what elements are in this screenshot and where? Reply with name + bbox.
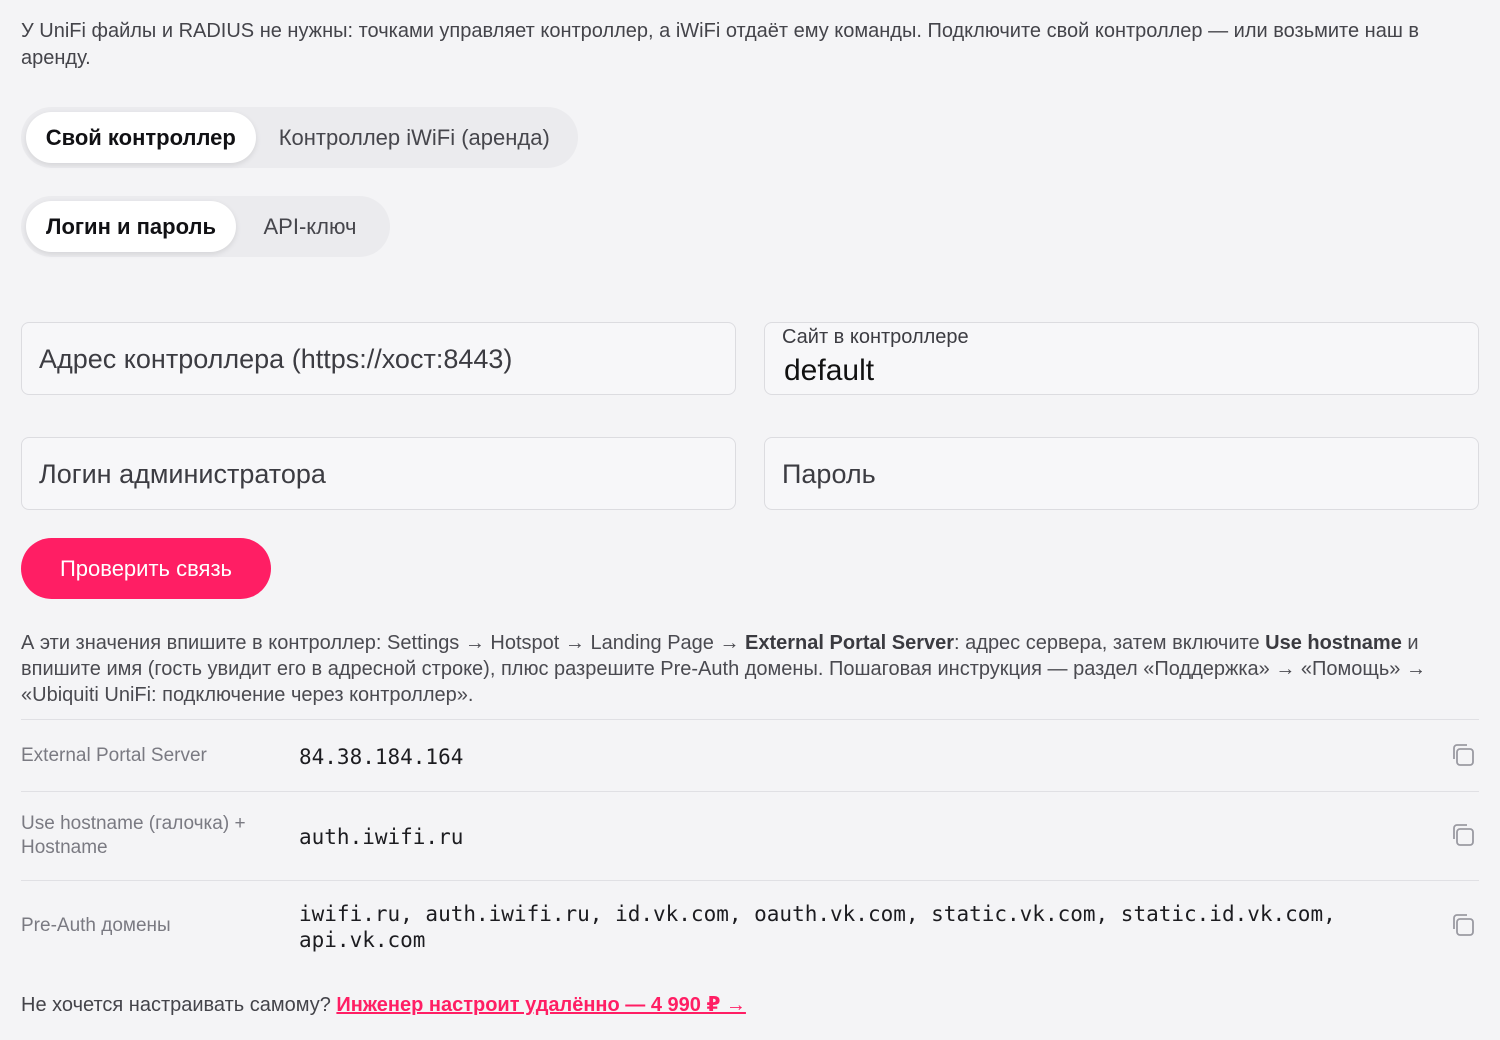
controller-address-field[interactable]: Адрес контроллера (https://хост:8443) [21,322,736,395]
hint-part-1: А эти значения впишите в контроллер: Set… [21,632,746,654]
copy-icon[interactable] [1450,912,1476,938]
controller-site-value[interactable]: default [784,354,1444,388]
row-value-pre-auth-domains: iwifi.ru, auth.iwifi.ru, id.vk.com, oaut… [299,902,1336,952]
hint-external-portal-server: External Portal Server [745,632,955,654]
controller-site-field[interactable]: Сайт в контроллере default [764,322,1479,395]
table-row: External Portal Server 84.38.184.164 [21,719,1479,791]
remote-setup-offer: Не хочется настраивать самому? Инженер н… [21,992,746,1017]
row-value-external-portal-server: 84.38.184.164 [299,745,464,769]
tab-own-controller[interactable]: Свой контроллер [26,112,256,163]
admin-login-placeholder: Логин администратора [39,459,326,489]
controller-address-placeholder: Адрес контроллера (https://хост:8443) [39,344,513,374]
controller-values-table: External Portal Server 84.38.184.164 Use… [21,719,1479,971]
row-value-hostname: auth.iwifi.ru [299,825,464,849]
password-placeholder: Пароль [782,459,876,489]
controller-type-switch: Свой контроллер Контроллер iWiFi (аренда… [21,107,578,168]
copy-icon[interactable] [1450,822,1476,848]
controller-setup-hint: А эти значения впишите в контроллер: Set… [21,630,1471,708]
admin-login-field[interactable]: Логин администратора [21,437,736,510]
auth-method-switch: Логин и пароль API-ключ [21,196,390,257]
tab-api-key[interactable]: API-ключ [236,201,384,252]
controller-site-label: Сайт в контроллере [782,326,969,348]
tab-login-password[interactable]: Логин и пароль [26,201,236,252]
table-row: Pre-Auth домены iwifi.ru, auth.iwifi.ru,… [21,880,1479,971]
unifi-controller-setup: У UniFi файлы и RADIUS не нужны: точками… [0,0,1500,1040]
row-key-external-portal-server: External Portal Server [21,745,207,766]
check-connection-button[interactable]: Проверить связь [21,538,271,599]
remote-setup-link[interactable]: Инженер настроит удалённо — 4 990 ₽ → [336,994,746,1016]
password-field[interactable]: Пароль [764,437,1479,510]
intro-text: У UniFi файлы и RADIUS не нужны: точками… [21,20,1420,69]
copy-icon[interactable] [1450,742,1476,768]
hint-part-2: : адрес сервера, затем включите [954,632,1266,654]
table-row: Use hostname (галочка) + Hostname auth.i… [21,791,1479,880]
remote-setup-text: Не хочется настраивать самому? [21,994,337,1016]
hint-use-hostname: Use hostname [1265,632,1402,654]
row-key-pre-auth-domains: Pre-Auth домены [21,915,171,936]
tab-iwifi-controller-rent[interactable]: Контроллер iWiFi (аренда) [256,112,573,163]
row-key-use-hostname: Use hostname (галочка) + Hostname [21,813,246,858]
